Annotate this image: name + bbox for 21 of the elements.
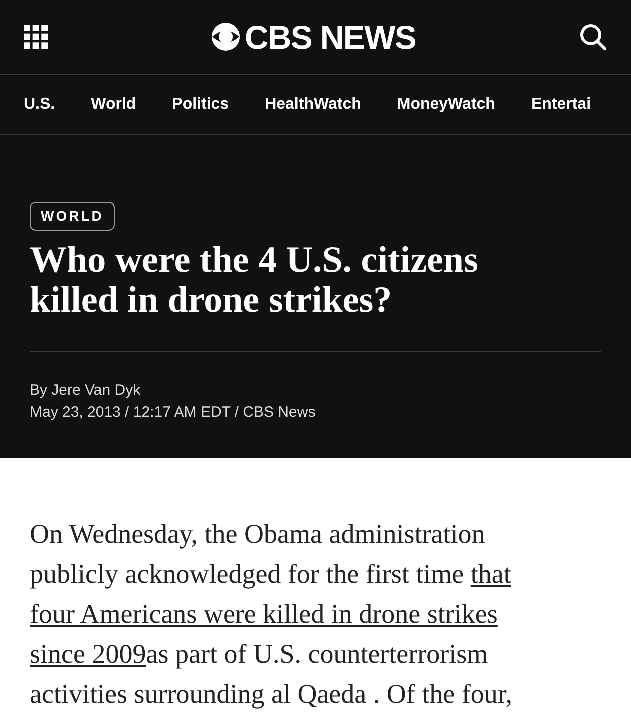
article-link[interactable]: since 2009 xyxy=(30,639,146,669)
paragraph-text: On Wednesday, the Obama administration xyxy=(30,519,486,549)
eye-logo-icon xyxy=(210,22,241,52)
paragraph-text: publicly acknowledged for the first time xyxy=(30,559,466,589)
nav-link[interactable]: Politics xyxy=(172,92,230,116)
search-icon[interactable] xyxy=(579,23,607,51)
paragraph-text: activities surrounding al Qaeda . Of the four, xyxy=(30,679,513,709)
grid-menu-icon[interactable] xyxy=(24,25,48,49)
nav-link[interactable]: World xyxy=(91,92,136,116)
paragraph-text: as part of U.S. counterterrorism xyxy=(146,639,488,669)
category-tag[interactable]: WORLD xyxy=(30,202,115,231)
nav-link[interactable]: Entertai xyxy=(531,92,592,116)
headline: Who were the 4 U.S. citizens killed in drone strikes? xyxy=(30,241,480,321)
dateline: May 23, 2013 / 12:17 AM EDT / CBS News xyxy=(30,403,317,423)
article-link[interactable]: four Americans were killed in drone strikes xyxy=(30,599,498,629)
logo-text: CBS NEWS xyxy=(244,20,416,54)
nav-link[interactable]: MoneyWatch xyxy=(397,92,496,116)
byline: By Jere Van Dyk xyxy=(30,381,142,401)
nav-link[interactable]: HealthWatch xyxy=(265,92,362,116)
article-link[interactable]: that xyxy=(470,559,512,589)
nav-link[interactable]: U.S. xyxy=(24,92,56,116)
